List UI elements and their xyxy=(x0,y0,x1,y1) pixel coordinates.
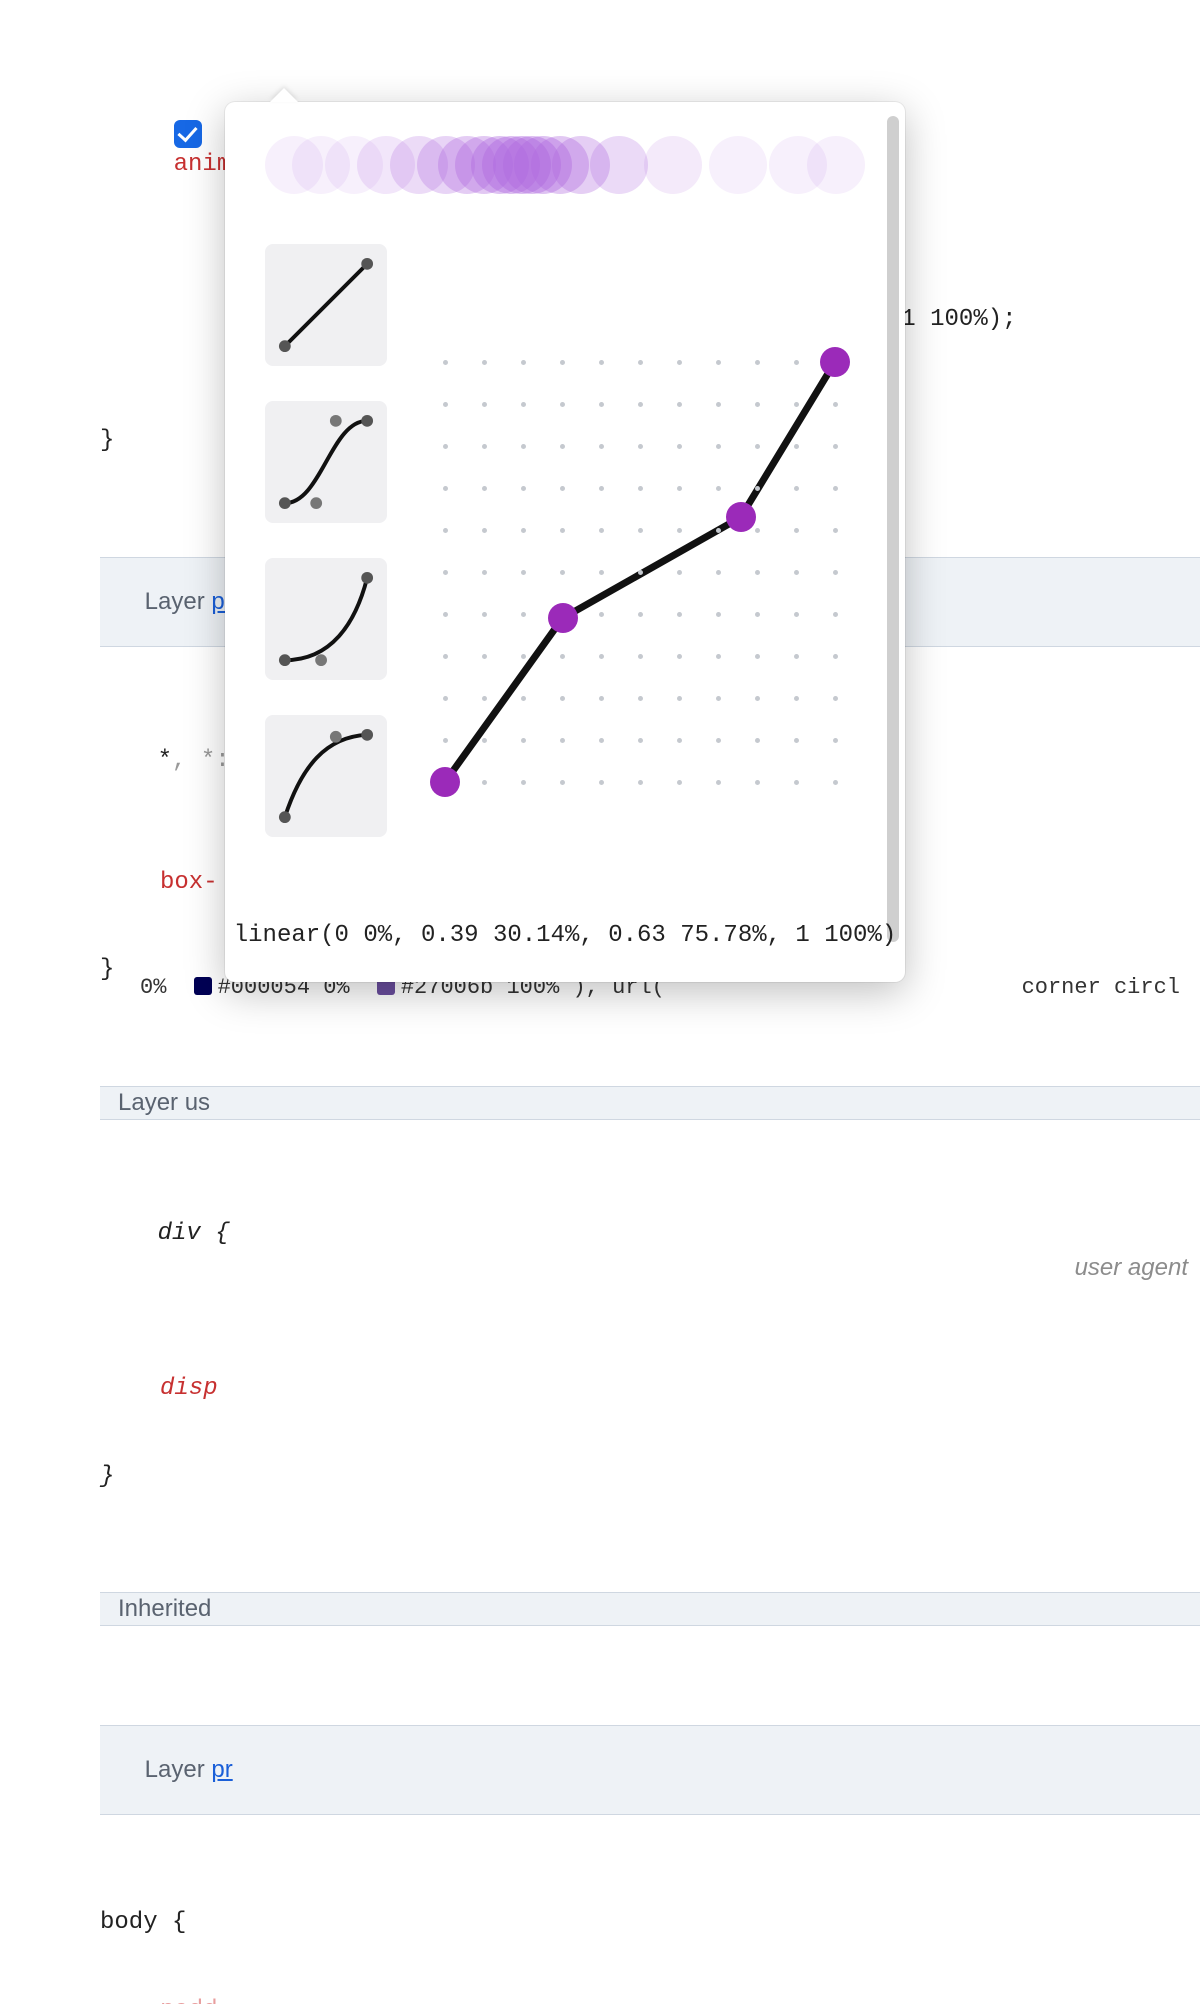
selector[interactable]: div { xyxy=(158,1220,230,1247)
easing-curve-canvas[interactable] xyxy=(415,252,865,892)
easing-control-point[interactable] xyxy=(726,502,756,532)
preset-linear[interactable] xyxy=(265,244,387,366)
preview-dot xyxy=(807,136,865,194)
cascade-layer-header: Layer pr xyxy=(100,1725,1200,1815)
preview-dot xyxy=(709,136,767,194)
easing-preview-track xyxy=(265,136,865,216)
easing-preset-list xyxy=(265,244,387,837)
preview-dot xyxy=(590,136,648,194)
easing-editor-popover: linear(0 0%, 0.39 30.14%, 0.63 75.78%, 1… xyxy=(225,102,905,982)
easing-control-point[interactable] xyxy=(430,767,460,797)
css-property-name[interactable]: box- xyxy=(160,869,218,896)
easing-function-text[interactable]: linear(0 0%, 0.39 30.14%, 0.63 75.78%, 1… xyxy=(225,922,905,949)
easing-control-point[interactable] xyxy=(548,603,578,633)
scrollbar[interactable] xyxy=(887,116,899,942)
toggle-declaration-checkbox[interactable] xyxy=(174,120,202,148)
color-swatch[interactable] xyxy=(194,977,212,995)
easing-control-point[interactable] xyxy=(820,347,850,377)
preset-ease-in[interactable] xyxy=(265,558,387,680)
layer-link[interactable]: pr xyxy=(211,1756,232,1783)
preview-dot xyxy=(644,136,702,194)
preset-ease-in-out[interactable] xyxy=(265,401,387,523)
popover-arrow xyxy=(270,88,298,102)
preset-ease-out[interactable] xyxy=(265,715,387,837)
inherited-header: Inherited xyxy=(100,1592,1200,1626)
selector-row[interactable]: body { xyxy=(100,1906,1200,1940)
user-agent-label: user agent xyxy=(1075,1251,1188,1285)
cascade-layer-header: Layer us xyxy=(100,1086,1200,1120)
